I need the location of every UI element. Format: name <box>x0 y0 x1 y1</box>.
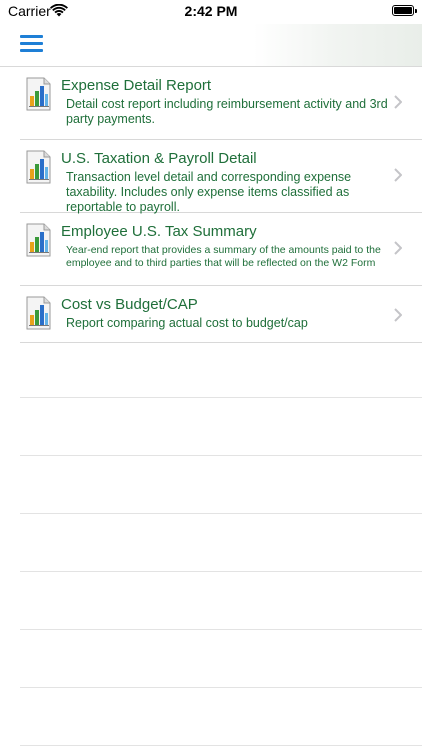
report-chart-icon <box>26 150 51 184</box>
empty-row-divider <box>20 572 422 630</box>
report-row-employee-tax-summary[interactable]: Employee U.S. Tax Summary Year-end repor… <box>20 213 422 286</box>
report-description: Report comparing actual cost to budget/c… <box>66 316 308 330</box>
report-row-cost-vs-budget[interactable]: Cost vs Budget/CAP Report comparing actu… <box>20 286 422 343</box>
report-title: Employee U.S. Tax Summary <box>61 223 257 240</box>
navigation-bar <box>0 24 422 67</box>
empty-row-divider <box>20 398 422 456</box>
report-title: Expense Detail Report <box>61 77 212 94</box>
report-title: U.S. Taxation & Payroll Detail <box>61 150 257 167</box>
hamburger-menu-icon[interactable] <box>20 35 43 53</box>
report-row-expense-detail[interactable]: Expense Detail Report Detail cost report… <box>20 67 422 140</box>
report-list: Expense Detail Report Detail cost report… <box>20 67 422 343</box>
status-time: 2:42 PM <box>184 3 238 19</box>
empty-row-divider <box>20 514 422 572</box>
report-description: Detail cost report including reimburseme… <box>66 97 388 126</box>
report-description: Transaction level detail and correspondi… <box>66 170 352 214</box>
app-screen: Carrier 2:42 PM Expense Detail Report De… <box>0 0 422 750</box>
empty-row-divider <box>20 340 422 398</box>
empty-table-rows <box>20 340 422 746</box>
report-row-taxation-payroll[interactable]: U.S. Taxation & Payroll Detail Transacti… <box>20 140 422 214</box>
battery-icon <box>392 5 417 16</box>
report-description: Year-end report that provides a summary … <box>66 244 381 269</box>
empty-row-divider <box>20 456 422 514</box>
status-bar: Carrier 2:42 PM <box>0 0 422 24</box>
chevron-right-icon <box>394 241 402 255</box>
empty-row-divider <box>20 630 422 688</box>
chevron-right-icon <box>394 168 402 182</box>
report-chart-icon <box>26 223 51 257</box>
empty-row-divider <box>20 688 422 746</box>
report-title: Cost vs Budget/CAP <box>61 296 198 313</box>
report-chart-icon <box>26 296 51 330</box>
chevron-right-icon <box>394 308 402 322</box>
report-chart-icon <box>26 77 51 111</box>
chevron-right-icon <box>394 95 402 109</box>
